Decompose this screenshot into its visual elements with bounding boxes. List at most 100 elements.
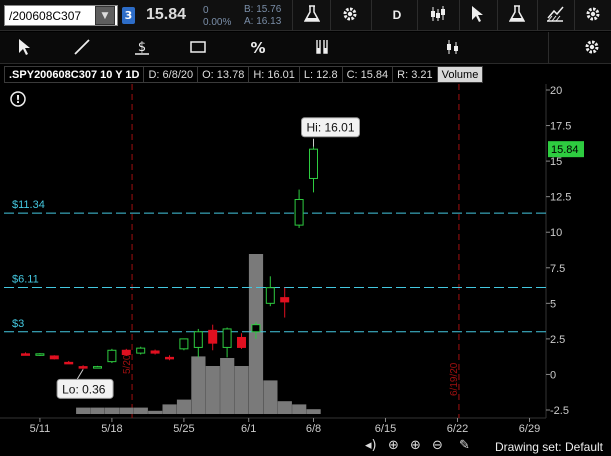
price-level-label: $6.11 bbox=[12, 274, 39, 286]
y-tick-label: 15 bbox=[550, 156, 562, 168]
ask-price: A: 16.13 bbox=[244, 16, 282, 27]
period-button[interactable]: D bbox=[385, 5, 409, 26]
toolbar-divider bbox=[574, 0, 575, 31]
candle-body bbox=[93, 366, 102, 369]
percent-icon[interactable]: % bbox=[246, 38, 270, 58]
toolbar-divider bbox=[371, 0, 372, 31]
volume-bar bbox=[220, 358, 235, 414]
candle-body bbox=[136, 347, 146, 354]
chart-symbol-label[interactable]: .SPY200608C307 10 Y 1D bbox=[4, 66, 145, 83]
y-tick-label: -2.5 bbox=[550, 405, 569, 417]
candle-body bbox=[280, 297, 290, 303]
candle-body bbox=[294, 199, 304, 226]
volume-bar bbox=[76, 407, 91, 414]
x-tick-label: 5/11 bbox=[30, 423, 51, 435]
bar-close: C: 15.84 bbox=[342, 66, 394, 83]
candle-body bbox=[222, 328, 232, 348]
candle-body bbox=[64, 361, 74, 365]
y-tick-label: 7.5 bbox=[550, 263, 565, 275]
y-tick-label: 2.5 bbox=[550, 334, 565, 346]
flask-icon[interactable] bbox=[505, 5, 529, 26]
gear-icon[interactable] bbox=[580, 38, 604, 58]
trendline-icon[interactable] bbox=[70, 38, 94, 58]
bar-open: O: 13.78 bbox=[198, 66, 250, 83]
toolbar-divider bbox=[537, 0, 538, 31]
toolbar-divider bbox=[548, 32, 549, 64]
chevron-down-icon: ▼ bbox=[101, 11, 109, 21]
volume-bar bbox=[306, 409, 321, 414]
x-tick-label: 6/8 bbox=[306, 423, 321, 435]
volume-bar bbox=[277, 401, 292, 414]
svg-text:$: $ bbox=[138, 40, 146, 55]
volume-study-label[interactable]: Volume bbox=[437, 66, 484, 83]
candle-body bbox=[265, 287, 275, 304]
expiration-marker-label: 6/19/20 bbox=[449, 362, 460, 396]
net-change: 0 bbox=[203, 5, 209, 16]
toolbar-divider bbox=[330, 0, 331, 31]
candle-body bbox=[193, 331, 203, 348]
candle-body bbox=[78, 366, 88, 369]
price-level-label: $3 bbox=[12, 318, 24, 330]
x-tick-label: 6/1 bbox=[241, 423, 256, 435]
x-tick-label: 6/22 bbox=[447, 423, 468, 435]
volume-bar bbox=[148, 410, 163, 414]
gear-icon[interactable] bbox=[581, 5, 605, 26]
candle-body bbox=[251, 324, 261, 333]
candle-chart-icon[interactable] bbox=[441, 38, 465, 58]
volume-bar bbox=[263, 380, 278, 414]
rectangle-icon[interactable] bbox=[186, 38, 210, 58]
candle-body bbox=[107, 349, 117, 363]
x-tick-label: 6/29 bbox=[519, 423, 540, 435]
gear-icon[interactable] bbox=[338, 5, 362, 26]
drawing-toolbar: $ % bbox=[0, 32, 611, 64]
y-tick-label: 20 bbox=[550, 85, 562, 97]
toolbar-divider bbox=[459, 0, 460, 31]
volume-bar bbox=[162, 404, 177, 414]
volume-bar bbox=[133, 407, 148, 414]
bar-date: D: 6/8/20 bbox=[144, 66, 199, 83]
volume-bar bbox=[176, 399, 192, 414]
volume-bar bbox=[292, 404, 307, 414]
chart-style-icon[interactable] bbox=[543, 5, 567, 26]
x-tick-label: 5/25 bbox=[173, 423, 194, 435]
symbol-dropdown-button[interactable]: ▼ bbox=[95, 6, 115, 25]
candle-style-icon[interactable] bbox=[426, 5, 450, 26]
drawing-set-label[interactable]: Drawing set: Default bbox=[495, 440, 603, 454]
volume-bar bbox=[90, 407, 105, 414]
top-toolbar: /200608C307 ▼ 3 15.84 0 0.00% B: 15.76 A… bbox=[0, 0, 611, 31]
drawing-pencil-icon[interactable]: ✎ bbox=[459, 438, 470, 453]
volume-bar bbox=[205, 366, 220, 414]
toolbar-divider bbox=[417, 0, 418, 31]
volume-bar bbox=[191, 356, 206, 414]
candle-body bbox=[35, 353, 45, 356]
x-tick-label: 6/15 bbox=[375, 423, 396, 435]
bid-price: B: 15.76 bbox=[244, 4, 282, 15]
candle-body bbox=[179, 338, 189, 350]
bar-range: R: 3.21 bbox=[393, 66, 438, 83]
price-chart[interactable]: ! 5/11 5/18 5/25 6/1 6/8 6/15 6/22 6/29 -2.5 0 2.5 5… bbox=[0, 84, 611, 437]
zoom-in-icon[interactable]: ⊕ bbox=[410, 438, 421, 453]
volume-bar bbox=[234, 366, 249, 414]
link-group-badge[interactable]: 3 bbox=[122, 7, 135, 24]
candle-body bbox=[237, 336, 246, 348]
y-tick-label: 0 bbox=[550, 369, 556, 381]
chart-header: .SPY200608C307 10 Y 1D D: 6/8/20 O: 13.7… bbox=[4, 66, 484, 84]
volume-bar bbox=[104, 407, 120, 414]
high-callout-label: Hi: 16.01 bbox=[307, 121, 355, 135]
sound-icon[interactable]: ◂) bbox=[365, 438, 377, 453]
alert-icon: ! bbox=[15, 93, 20, 106]
symbol-input-value: /200608C307 bbox=[9, 9, 82, 23]
price-level-label: $11.34 bbox=[12, 199, 45, 211]
event-marker-label: 5/20 bbox=[122, 354, 133, 374]
flask-icon[interactable] bbox=[300, 5, 324, 26]
y-tick-label: 10 bbox=[550, 227, 562, 239]
y-tick-label: 17.5 bbox=[550, 121, 571, 133]
select-cursor-icon[interactable] bbox=[13, 38, 37, 58]
toolbar-divider bbox=[497, 0, 498, 31]
price-level-icon[interactable]: $ bbox=[130, 38, 154, 58]
flask-icon[interactable] bbox=[310, 38, 334, 58]
candle-body bbox=[121, 349, 131, 356]
zoom-out-icon[interactable]: ⊖ bbox=[432, 438, 443, 453]
crosshair-icon[interactable]: ⊕ bbox=[388, 438, 399, 453]
cursor-icon[interactable] bbox=[466, 5, 490, 26]
